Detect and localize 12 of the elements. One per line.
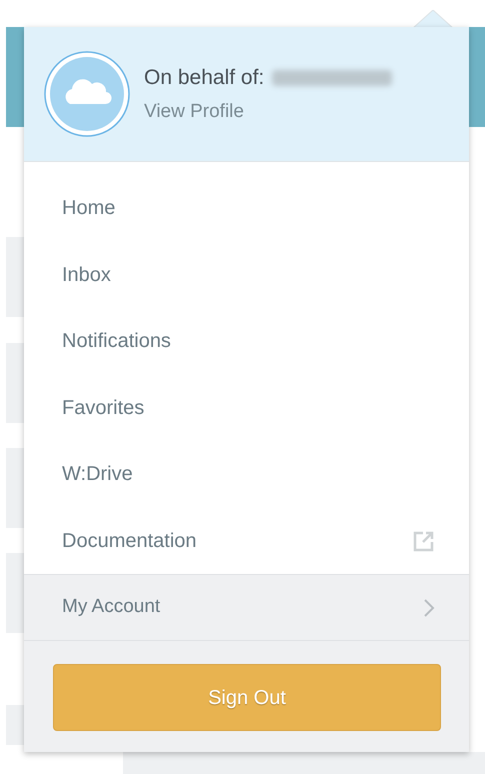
menu-item[interactable]: Notifications (24, 308, 469, 374)
chevron-right-icon (423, 598, 435, 618)
menu-item[interactable]: Home (24, 175, 469, 242)
menu-item[interactable]: W:Drive (24, 441, 469, 508)
view-profile-link[interactable]: View Profile (144, 98, 392, 126)
my-account-item[interactable]: My Account (24, 574, 469, 641)
external-link-icon (413, 530, 435, 552)
menu-item[interactable]: Documentation (24, 508, 469, 574)
menu-item[interactable]: Favorites (24, 374, 469, 441)
avatar-icon[interactable] (44, 51, 130, 137)
menu-item[interactable]: Inbox (24, 242, 469, 308)
on-behalf-label: On behalf of: (144, 65, 264, 91)
